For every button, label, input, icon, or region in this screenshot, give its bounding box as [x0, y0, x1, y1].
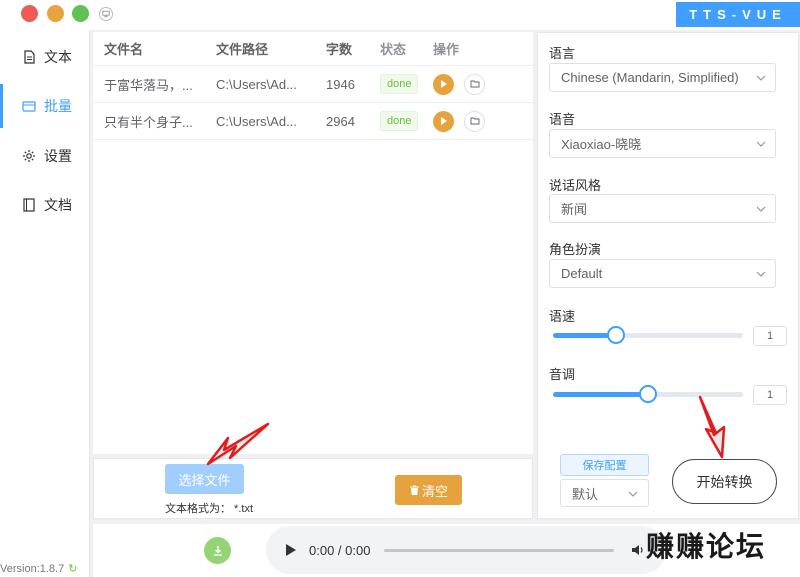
rate-input[interactable]: 1 — [753, 326, 787, 346]
start-convert-button[interactable]: 开始转换 — [672, 459, 777, 504]
table-row[interactable]: 只有半个身子... C:\Users\Ad... 2964 done — [93, 103, 533, 140]
role-value: Default — [561, 266, 603, 281]
chevron-down-icon — [756, 271, 766, 277]
rate-label: 语速 — [549, 309, 576, 324]
table-header: 文件名 文件路径 字数 状态 操作 — [93, 32, 533, 66]
rate-slider-thumb[interactable] — [606, 326, 625, 344]
trash-icon — [409, 485, 419, 495]
rate-slider[interactable] — [553, 326, 743, 344]
title-bar: TTS-VUE — [0, 0, 800, 30]
column-header-actions: 操作 — [433, 42, 460, 57]
audio-player: 0:00 / 0:00 — [266, 526, 666, 574]
play-icon[interactable] — [286, 544, 296, 556]
batch-icon — [22, 99, 36, 113]
sidebar-item-label: 设置 — [44, 148, 72, 164]
download-button[interactable] — [204, 537, 231, 564]
file-path-cell: C:\Users\Ad... — [216, 76, 297, 92]
role-label: 角色扮演 — [549, 242, 602, 257]
pitch-label: 音调 — [549, 367, 576, 382]
format-hint: 文本格式为： *.txt — [165, 503, 254, 515]
role-select[interactable]: Default — [549, 259, 776, 288]
sidebar-item-text[interactable]: 文本 — [0, 33, 89, 81]
pitch-slider[interactable] — [553, 385, 743, 403]
folder-icon — [470, 117, 479, 125]
file-name-cell: 于富华落马，... — [104, 77, 193, 93]
column-header-count[interactable]: 字数 — [326, 32, 366, 65]
language-value: Chinese (Mandarin, Simplified) — [561, 70, 739, 85]
sidebar-item-settings[interactable]: 设置 — [0, 132, 89, 180]
document-icon — [22, 50, 36, 64]
monitor-icon[interactable] — [99, 7, 113, 21]
open-folder-button[interactable] — [464, 73, 485, 95]
chevron-down-icon — [756, 75, 766, 81]
app-brand: TTS-VUE — [676, 2, 800, 27]
gear-icon — [22, 149, 36, 163]
chevron-down-icon — [756, 206, 766, 212]
watermark-text: 赚赚论坛 — [646, 530, 767, 563]
status-cell: done — [380, 103, 430, 139]
folder-icon — [470, 80, 479, 88]
voice-value: Xiaoxiao-晓晓 — [561, 137, 642, 152]
save-config-button[interactable]: 保存配置 — [560, 454, 649, 476]
word-count-cell: 2964 — [326, 113, 355, 129]
sidebar-item-label: 文档 — [44, 197, 72, 213]
config-value: 默认 — [572, 486, 599, 502]
config-select[interactable]: 默认 — [560, 479, 649, 507]
play-icon — [440, 117, 447, 125]
language-label: 语言 — [549, 46, 576, 61]
pitch-slider-fill — [553, 392, 648, 397]
file-path-cell: C:\Users\Ad... — [216, 113, 297, 129]
version-label: Version:1.8.7 — [0, 563, 65, 575]
volume-icon[interactable] — [631, 543, 645, 557]
chevron-down-icon — [628, 491, 638, 497]
play-button[interactable] — [433, 110, 454, 132]
file-name-cell: 只有半个身子... — [104, 114, 193, 130]
book-icon — [22, 198, 36, 212]
clear-label: 清空 — [421, 483, 448, 499]
playback-progress[interactable] — [384, 548, 615, 552]
voice-label: 语音 — [549, 112, 576, 127]
voice-select[interactable]: Xiaoxiao-晓晓 — [549, 129, 776, 158]
column-header-path[interactable]: 文件路径 — [216, 32, 316, 65]
download-icon — [213, 545, 222, 556]
chevron-down-icon — [756, 141, 766, 147]
select-file-button[interactable]: 选择文件 — [165, 464, 244, 494]
refresh-icon[interactable]: ↻ — [68, 563, 77, 575]
play-button[interactable] — [433, 73, 454, 95]
version-info: Version:1.8.7 ↻ — [0, 562, 77, 575]
status-cell: done — [380, 66, 430, 102]
settings-panel: 语言 Chinese (Mandarin, Simplified) 语音 Xia… — [537, 32, 799, 519]
minimize-window-button[interactable] — [47, 5, 64, 22]
column-header-name[interactable]: 文件名 — [104, 32, 212, 65]
sidebar-item-docs[interactable]: 文档 — [0, 181, 89, 229]
play-icon — [440, 80, 447, 88]
actions-cell — [433, 66, 523, 102]
status-badge: done — [380, 74, 419, 94]
language-select[interactable]: Chinese (Mandarin, Simplified) — [549, 63, 776, 92]
style-label: 说话风格 — [549, 178, 602, 193]
sidebar: 文本 批量 设置 文档 Version:1.8.7 ↻ — [0, 30, 90, 577]
batch-actions-panel: 选择文件 文本格式为： *.txt 清空 — [93, 458, 533, 519]
word-count-cell: 1946 — [326, 76, 355, 92]
sidebar-item-label: 批量 — [44, 98, 72, 114]
clear-button[interactable]: 清空 — [395, 475, 462, 505]
open-folder-button[interactable] — [464, 110, 485, 132]
actions-cell — [433, 103, 523, 139]
style-value: 新闻 — [561, 202, 588, 217]
player-area: 0:00 / 0:00 赚赚论坛 — [93, 524, 800, 577]
playback-time: 0:00 / 0:00 — [309, 542, 371, 558]
file-table: 文件名 文件路径 字数 状态 操作 于富华落马，... C:\Users\Ad.… — [93, 32, 533, 454]
sidebar-item-batch[interactable]: 批量 — [0, 82, 89, 130]
status-badge: done — [380, 111, 419, 131]
column-header-status[interactable]: 状态 — [380, 32, 430, 65]
pitch-slider-thumb[interactable] — [639, 385, 657, 403]
maximize-window-button[interactable] — [72, 5, 89, 22]
style-select[interactable]: 新闻 — [549, 194, 776, 223]
pitch-input[interactable]: 1 — [753, 385, 787, 405]
sidebar-item-label: 文本 — [44, 49, 72, 65]
table-row[interactable]: 于富华落马，... C:\Users\Ad... 1946 done — [93, 66, 533, 103]
close-window-button[interactable] — [21, 5, 38, 22]
